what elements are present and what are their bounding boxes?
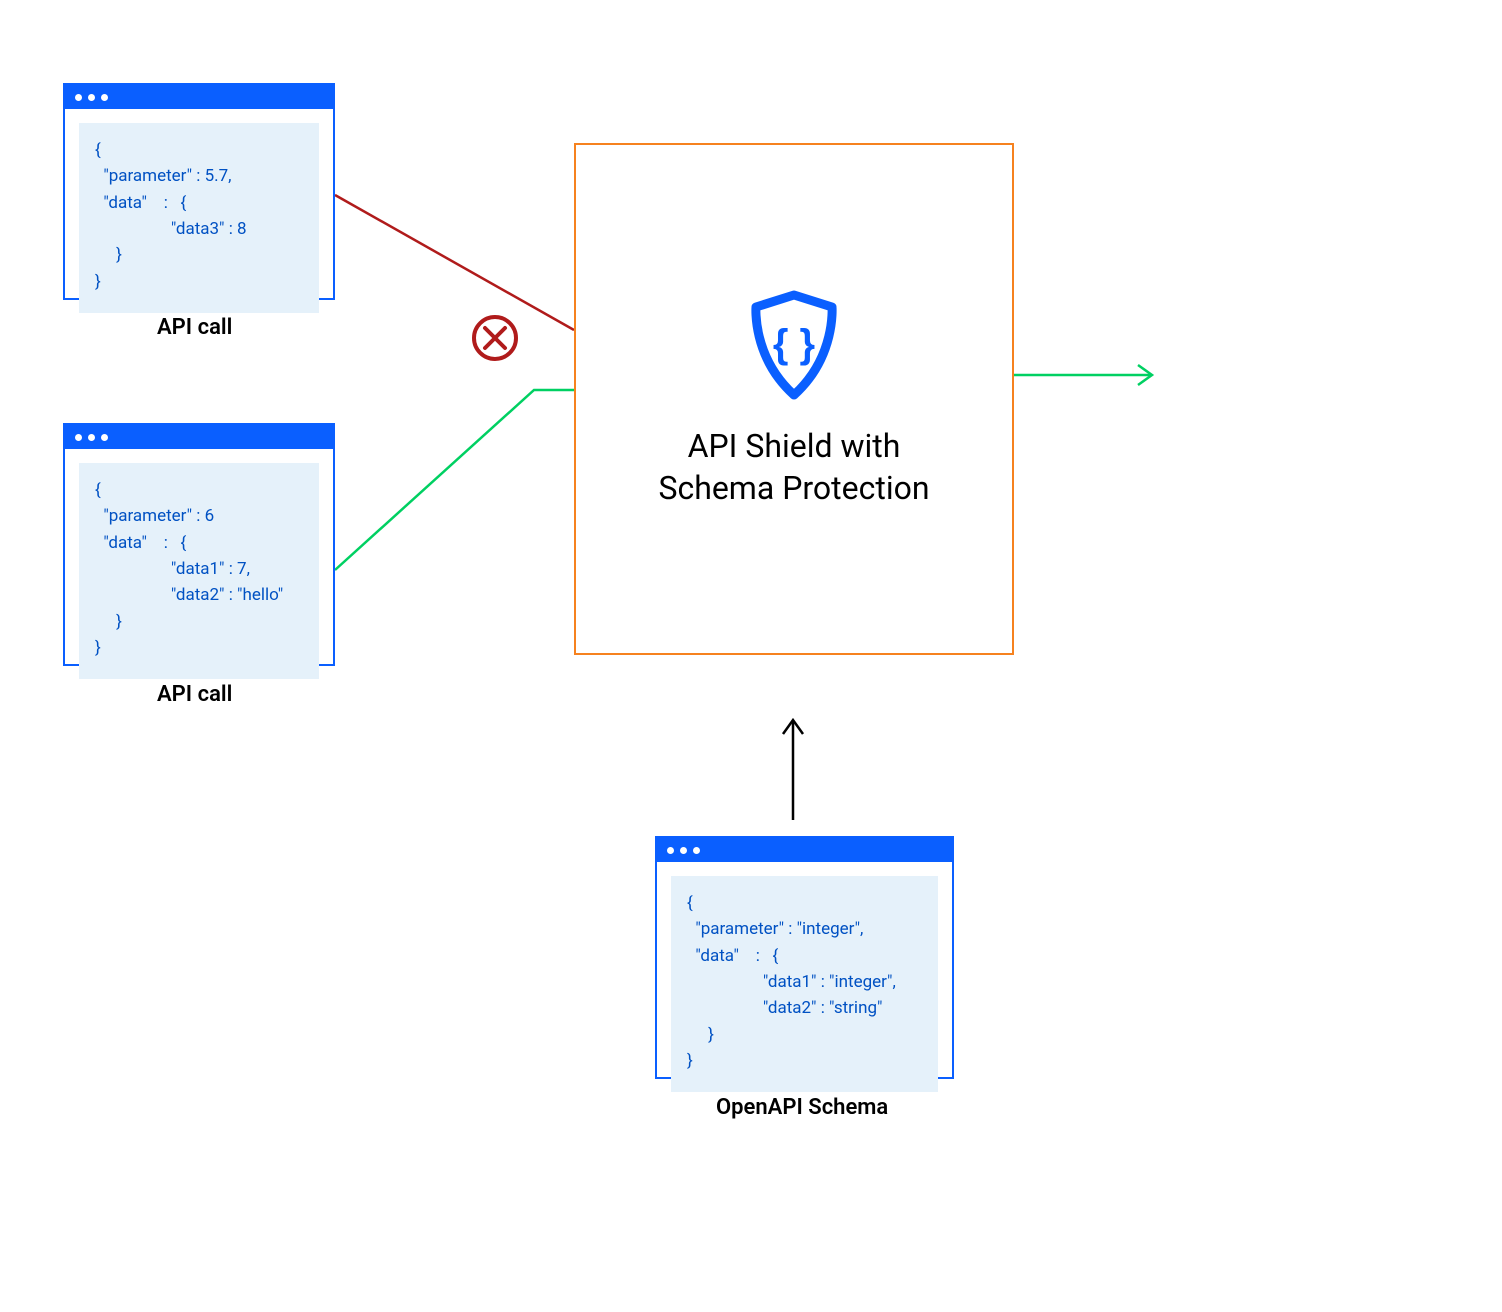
api-call-window-2: { "parameter" : 6 "data" : { "data1" : 7… [63, 423, 335, 666]
code-content: { "parameter" : 6 "data" : { "data1" : 7… [95, 477, 303, 661]
shield-title-line1: API Shield with [688, 427, 901, 465]
titlebar-dot [75, 434, 82, 441]
api-call-1-label: API call [157, 315, 232, 340]
schema-window: { "parameter" : "integer", "data" : { "d… [655, 836, 954, 1079]
titlebar-dot [88, 434, 95, 441]
rejected-line [335, 195, 574, 330]
output-arrow-head [1138, 365, 1152, 385]
schema-label: OpenAPI Schema [716, 1095, 888, 1120]
window-titlebar [65, 425, 333, 449]
window-titlebar [65, 85, 333, 109]
api-call-2-label: API call [157, 682, 232, 707]
titlebar-dot [680, 847, 687, 854]
window-titlebar [657, 838, 952, 862]
shield-title-line2: Schema Protection [658, 469, 929, 507]
code-body: { "parameter" : 6 "data" : { "data1" : 7… [79, 463, 319, 679]
titlebar-dot [667, 847, 674, 854]
accepted-line [335, 390, 574, 570]
shield-icon: { } [744, 289, 844, 404]
api-call-window-1: { "parameter" : 5.7, "data" : { "data3" … [63, 83, 335, 300]
diagram-canvas: { "parameter" : 5.7, "data" : { "data3" … [0, 0, 1502, 1312]
titlebar-dot [88, 94, 95, 101]
shield-box: { } API Shield with Schema Protection [574, 143, 1014, 655]
shield-title: API Shield with Schema Protection [658, 426, 929, 509]
schema-arrow-head [783, 720, 803, 734]
code-body: { "parameter" : 5.7, "data" : { "data3" … [79, 123, 319, 313]
titlebar-dot [693, 847, 700, 854]
titlebar-dot [101, 434, 108, 441]
code-body: { "parameter" : "integer", "data" : { "d… [671, 876, 938, 1092]
code-content: { "parameter" : 5.7, "data" : { "data3" … [95, 137, 303, 295]
rejected-icon [474, 317, 516, 359]
code-content: { "parameter" : "integer", "data" : { "d… [687, 890, 922, 1074]
svg-text:{ }: { } [773, 322, 815, 366]
titlebar-dot [75, 94, 82, 101]
titlebar-dot [101, 94, 108, 101]
